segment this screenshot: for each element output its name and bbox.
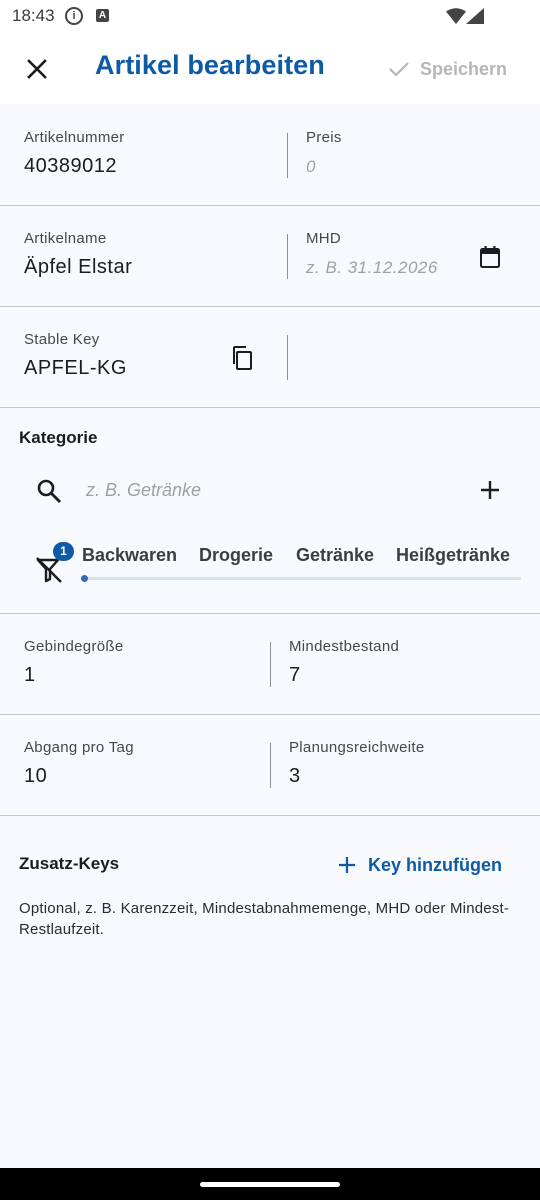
close-icon bbox=[27, 59, 47, 79]
field-divider bbox=[287, 335, 288, 380]
category-chip-heissgetraenke[interactable]: Heißgetränke bbox=[396, 545, 510, 566]
add-category-button[interactable] bbox=[470, 470, 510, 510]
calendar-icon bbox=[480, 246, 500, 268]
mhd-label: MHD bbox=[306, 230, 342, 247]
calendar-button[interactable] bbox=[470, 237, 510, 277]
gebindegroesse-field[interactable]: Gebindegröße 1 bbox=[0, 614, 270, 714]
gebindegroesse-value: 1 bbox=[24, 664, 36, 686]
filter-count-badge: 1 bbox=[53, 542, 74, 561]
row-abgang-planung: Abgang pro Tag 10 Planungsreichweite 3 bbox=[0, 715, 540, 816]
artikelname-field[interactable]: Artikelname Äpfel Elstar bbox=[0, 206, 287, 306]
filter-off-icon bbox=[36, 557, 62, 583]
kategorie-title: Kategorie bbox=[19, 428, 98, 447]
stable-key-label: Stable Key bbox=[24, 331, 100, 348]
mindestbestand-value: 7 bbox=[289, 664, 301, 686]
chip-scroll-thumb[interactable] bbox=[81, 575, 88, 582]
category-search-input[interactable] bbox=[86, 476, 446, 504]
abgang-pro-tag-value: 10 bbox=[24, 765, 48, 787]
system-nav-bar bbox=[0, 1168, 540, 1200]
preis-label: Preis bbox=[306, 129, 342, 146]
top-app-bar: Artikel bearbeiten Speichern bbox=[0, 34, 540, 104]
category-search bbox=[0, 466, 540, 514]
wifi-icon bbox=[446, 8, 466, 24]
planungsreichweite-label: Planungsreichweite bbox=[289, 739, 425, 756]
info-icon: i bbox=[65, 7, 83, 25]
chip-scroll-track[interactable] bbox=[84, 577, 521, 580]
category-chip-getraenke[interactable]: Getränke bbox=[296, 545, 374, 566]
copy-icon bbox=[233, 346, 252, 370]
stable-key-field: Stable Key APFEL-KG bbox=[0, 307, 220, 407]
row-gebinde-mindestbestand: Gebindegröße 1 Mindestbestand 7 bbox=[0, 614, 540, 715]
status-time: 18:43 bbox=[12, 6, 55, 25]
save-button[interactable]: Speichern bbox=[388, 54, 507, 84]
abgang-pro-tag-field[interactable]: Abgang pro Tag 10 bbox=[0, 715, 270, 815]
preis-placeholder: 0 bbox=[306, 157, 316, 176]
gebindegroesse-label: Gebindegröße bbox=[24, 638, 124, 655]
category-chip-row: 1 Backwaren Drogerie Getränke Heißgeträn… bbox=[0, 537, 540, 587]
mindestbestand-field[interactable]: Mindestbestand 7 bbox=[265, 614, 540, 714]
app-notification-icon: A bbox=[96, 9, 109, 22]
planungsreichweite-value: 3 bbox=[289, 765, 301, 787]
plus-icon bbox=[481, 481, 499, 499]
status-bar: 18:43 i A bbox=[0, 0, 540, 34]
signal-icon bbox=[466, 8, 484, 24]
artikelnummer-label: Artikelnummer bbox=[24, 129, 125, 146]
artikelname-label: Artikelname bbox=[24, 230, 107, 247]
stable-key-value: APFEL-KG bbox=[24, 357, 127, 379]
add-key-label: Key hinzufügen bbox=[368, 854, 502, 875]
mhd-placeholder: z. B. 31.12.2026 bbox=[306, 258, 438, 277]
check-icon bbox=[389, 62, 409, 77]
row-artikelname-mhd: Artikelname Äpfel Elstar MHD z. B. 31.12… bbox=[0, 206, 540, 307]
mindestbestand-label: Mindestbestand bbox=[289, 638, 400, 655]
artikelname-value: Äpfel Elstar bbox=[24, 256, 133, 278]
add-key-button[interactable]: Key hinzufügen bbox=[338, 850, 502, 880]
search-icon bbox=[37, 479, 61, 503]
zusatz-keys-title: Zusatz-Keys bbox=[19, 854, 120, 873]
preis-field[interactable]: Preis 0 bbox=[282, 105, 540, 205]
artikelnummer-value: 40389012 bbox=[24, 155, 117, 177]
artikelnummer-field[interactable]: Artikelnummer 40389012 bbox=[0, 105, 287, 205]
home-gesture-handle[interactable] bbox=[200, 1182, 340, 1187]
row-stable-key: Stable Key APFEL-KG bbox=[0, 307, 540, 408]
category-chip-drogerie[interactable]: Drogerie bbox=[199, 545, 273, 566]
save-button-label: Speichern bbox=[420, 58, 508, 79]
plus-icon bbox=[339, 857, 355, 873]
filter-clear-button[interactable]: 1 bbox=[30, 542, 80, 583]
close-button[interactable] bbox=[16, 48, 58, 90]
planungsreichweite-field[interactable]: Planungsreichweite 3 bbox=[265, 715, 540, 815]
zusatz-keys-helper: Optional, z. B. Karenzzeit, Mindestabnah… bbox=[19, 900, 510, 938]
page-title: Artikel bearbeiten bbox=[95, 50, 325, 80]
mhd-field[interactable]: MHD z. B. 31.12.2026 bbox=[282, 206, 462, 306]
abgang-pro-tag-label: Abgang pro Tag bbox=[24, 739, 134, 756]
category-chip-backwaren[interactable]: Backwaren bbox=[82, 545, 177, 566]
row-artikelnummer-preis: Artikelnummer 40389012 Preis 0 bbox=[0, 105, 540, 206]
copy-button[interactable] bbox=[222, 338, 262, 378]
